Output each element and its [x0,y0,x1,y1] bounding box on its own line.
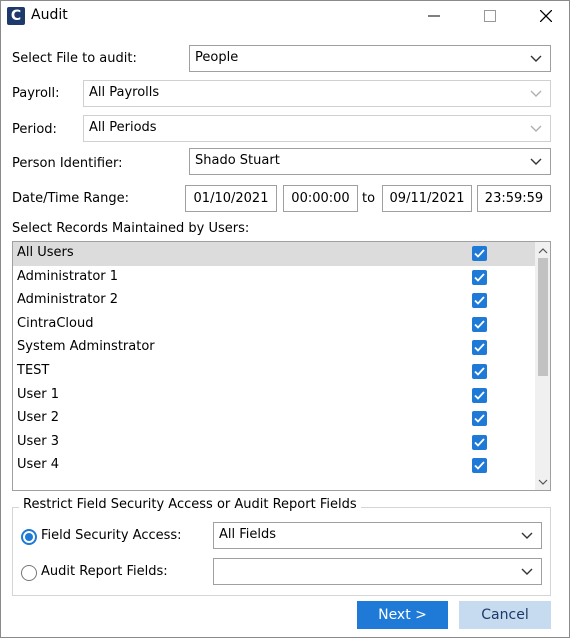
date-from-input[interactable]: 01/10/2021 [185,185,277,212]
select-file-dropdown[interactable]: People [189,45,551,72]
list-item[interactable]: User 4 [13,454,535,478]
list-item[interactable]: User 2 [13,407,535,431]
checkmark-icon [474,390,485,400]
cintra-logo-icon: C [7,7,25,25]
checkmark-icon [474,461,485,471]
payroll-value: All Payrolls [89,85,160,100]
payroll-label: Payroll: [12,86,60,101]
field-security-label: Field Security Access: [41,528,182,543]
list-item[interactable]: System Adminstrator [13,336,535,360]
user-checkbox[interactable] [472,316,487,332]
minimize-icon [428,15,440,17]
close-button[interactable] [523,1,569,31]
checkmark-icon [474,296,485,305]
minimize-button[interactable] [411,1,457,31]
list-item[interactable]: User 1 [13,384,535,408]
scroll-down-icon[interactable] [538,479,548,485]
maximize-button[interactable] [467,1,513,31]
user-checkbox[interactable] [472,246,487,261]
period-value: All Periods [89,120,157,135]
checkmark-icon [474,343,485,353]
user-checkbox[interactable] [472,458,487,474]
person-identifier-value: Shado Stuart [195,153,280,168]
list-item-label: Administrator 2 [17,292,119,308]
user-checkbox[interactable] [472,269,487,285]
user-checkbox[interactable] [472,387,487,403]
close-icon [540,10,552,22]
list-item-label: CintraCloud [17,315,94,331]
list-item[interactable]: Administrator 2 [13,289,535,313]
audit-dialog: C Audit Select File to audit: People Pay… [0,0,570,638]
users-list-scrollbar[interactable] [535,242,550,490]
checkmark-icon [474,249,485,258]
field-security-value: All Fields [219,527,277,542]
list-item[interactable]: All Users [13,242,535,266]
user-checkbox[interactable] [472,364,487,379]
list-item[interactable]: Administrator 1 [13,266,535,290]
checkmark-icon [474,438,485,447]
select-file-label: Select File to audit: [12,51,137,66]
audit-report-dropdown[interactable] [213,558,542,585]
list-item-label: User 2 [17,410,60,426]
date-time-range-label: Date/Time Range: [12,191,129,206]
user-checkbox[interactable] [472,293,487,309]
scroll-up-icon[interactable] [538,248,548,254]
checkmark-icon [474,367,485,376]
audit-report-radio[interactable] [21,565,37,581]
period-label: Period: [12,122,57,137]
scrollbar-thumb[interactable] [538,258,548,376]
restrict-fields-group-title: Restrict Field Security Access or Audit … [19,497,361,512]
person-identifier-label: Person Identifier: [12,156,123,171]
cancel-button[interactable]: Cancel [459,601,551,629]
chevron-down-icon [530,90,542,97]
records-label: Select Records Maintained by Users: [12,221,250,236]
list-item-label: All Users [17,245,74,260]
maximize-icon [484,10,496,22]
user-checkbox[interactable] [472,434,487,450]
select-file-value: People [195,50,239,65]
user-checkbox[interactable] [472,411,487,427]
chevron-down-icon [521,568,533,575]
checkmark-icon [474,272,485,282]
list-item-label: TEST [17,363,50,378]
time-to-input[interactable]: 23:59:59 [477,185,551,212]
list-item[interactable]: User 3 [13,431,535,455]
title-bar: C Audit [1,1,569,31]
field-security-dropdown[interactable]: All Fields [213,522,542,549]
chevron-down-icon [530,125,542,132]
payroll-dropdown[interactable]: All Payrolls [83,80,551,107]
list-item-label: User 3 [17,433,60,449]
time-from-input[interactable]: 00:00:00 [283,185,358,212]
person-identifier-dropdown[interactable]: Shado Stuart [189,148,551,175]
chevron-down-icon [521,532,533,539]
date-to-input[interactable]: 09/11/2021 [382,185,472,212]
field-security-radio[interactable] [21,529,37,545]
list-item-label: User 1 [17,386,60,402]
list-item-label: System Adminstrator [17,339,155,355]
list-item[interactable]: CintraCloud [13,313,535,337]
audit-report-label: Audit Report Fields: [41,564,168,579]
chevron-down-icon [530,55,542,62]
list-item-label: Administrator 1 [17,268,119,284]
chevron-down-icon [530,158,542,165]
checkmark-icon [474,414,485,423]
checkmark-icon [474,320,485,329]
users-list[interactable]: All Users Administrator 1 Administrator 2 C… [12,241,551,491]
to-label: to [362,191,376,206]
list-item[interactable]: TEST [13,360,535,384]
user-checkbox[interactable] [472,340,487,356]
window-title: Audit [31,7,68,23]
list-item-label: User 4 [17,457,60,473]
period-dropdown[interactable]: All Periods [83,115,551,142]
next-button[interactable]: Next > [357,601,448,629]
